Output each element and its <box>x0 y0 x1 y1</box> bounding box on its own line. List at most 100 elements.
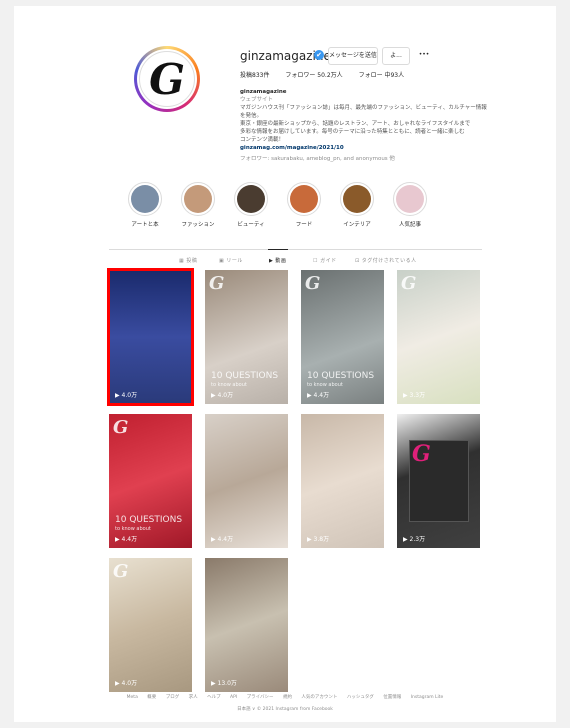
bio-line: 多彩な情報をお届けしています。毎号のテーマに沿った特集とともに、読者と一緒に楽し… <box>240 129 465 135</box>
view-count: ▶ 3.3万 <box>403 392 426 399</box>
highlight-label: 人気記事 <box>398 222 421 228</box>
highlight-thumbnail <box>131 185 159 213</box>
highlight-item[interactable]: インテリア <box>332 182 382 228</box>
ginza-watermark-icon: G <box>401 273 417 294</box>
footer-link[interactable]: 位置情報 <box>383 695 401 700</box>
view-count: ▶ 2.3万 <box>403 536 426 543</box>
magazine-cover-image: G <box>409 440 469 522</box>
tab-guides[interactable]: ☐ ガイド <box>313 257 337 264</box>
footer-link[interactable]: ブログ <box>166 695 180 700</box>
posts-count[interactable]: 投稿833件 <box>240 72 269 79</box>
highlight-ring <box>287 182 321 216</box>
followers-count[interactable]: フォロワー 50.2万人 <box>285 72 342 79</box>
footer-link[interactable]: ハッシュタグ <box>347 695 374 700</box>
video-tile[interactable]: G ▶ 2.3万 <box>397 414 480 548</box>
view-count: ▶ 13.0万 <box>211 680 237 687</box>
tab-reels[interactable]: ▣ リール <box>219 257 243 264</box>
view-count: ▶ 3.8万 <box>307 536 330 543</box>
tabs-divider <box>109 249 482 250</box>
tab-posts[interactable]: ▦ 投稿 <box>179 257 197 264</box>
video-tile[interactable]: G 10 QUESTIONS to know about ▶ 4.4万 <box>301 270 384 404</box>
bio-category: ウェブサイト <box>240 97 274 103</box>
highlight-ring <box>128 182 162 216</box>
footer-copyright: 日本語 ∨ © 2021 Instagram from Facebook <box>237 707 333 712</box>
highlight-thumbnail <box>290 185 318 213</box>
caption-title: 10 QUESTIONS <box>211 371 279 381</box>
magazine-logo: G <box>412 441 431 467</box>
profile-tabs: ▦ 投稿 ▣ リール ▶ 動画 ☐ ガイド ⊡ タグ付けされている人 <box>109 257 482 267</box>
tab-videos[interactable]: ▶ 動画 <box>269 257 286 264</box>
message-button[interactable]: メッセージを送信 <box>328 47 378 65</box>
video-caption: 10 QUESTIONS to know about <box>211 372 278 390</box>
ginza-watermark-icon: G <box>209 273 225 294</box>
tab-tagged[interactable]: ⊡ タグ付けされている人 <box>355 257 417 264</box>
highlight-label: ファッション <box>181 222 215 228</box>
video-tile[interactable]: G ▶ 4.0万 <box>109 558 192 692</box>
highlight-item[interactable]: アートと本 <box>120 182 170 228</box>
following-count[interactable]: フォロー 中93人 <box>359 72 405 79</box>
view-count: ▶ 4.4万 <box>307 392 330 399</box>
highlight-ring <box>340 182 374 216</box>
bio-link[interactable]: ginzamag.com/magazine/2021/10 <box>240 144 490 152</box>
footer-link[interactable]: Meta <box>127 695 138 700</box>
caption-subtitle: to know about <box>307 382 343 388</box>
ginza-watermark-icon: G <box>113 417 129 438</box>
profile-stats: 投稿833件 フォロワー 50.2万人 フォロー 中93人 <box>240 70 418 79</box>
highlight-thumbnail <box>396 185 424 213</box>
video-thumbnail <box>205 414 288 548</box>
verified-badge-icon: ✔ <box>314 50 324 60</box>
video-caption: 10 QUESTIONS to know about <box>115 516 182 534</box>
highlight-label: アートと本 <box>131 222 159 228</box>
highlight-ring <box>234 182 268 216</box>
video-tile[interactable]: G 10 QUESTIONS to know about ▶ 4.0万 <box>205 270 288 404</box>
caption-title: 10 QUESTIONS <box>115 515 183 525</box>
footer-link[interactable]: 規約 <box>283 695 292 700</box>
bio-line: コンテンツ満載！ <box>240 137 285 143</box>
avatar-frame: G <box>137 49 197 109</box>
ginza-logo: G <box>139 51 195 107</box>
followed-by[interactable]: フォロワー: sakurabaku, ameblog_pn, and anony… <box>240 155 490 163</box>
video-thumbnail <box>205 558 288 692</box>
story-highlights: アートと本 ファッション ビューティ フード インテリア 人気記事 <box>120 182 450 238</box>
highlight-label: インテリア <box>343 222 371 228</box>
view-count: ▶ 4.4万 <box>211 536 234 543</box>
caption-subtitle: to know about <box>115 526 151 532</box>
video-tile[interactable]: G ▶ 3.3万 <box>397 270 480 404</box>
highlight-ring <box>393 182 427 216</box>
follow-button[interactable]: よ... <box>382 47 410 65</box>
highlight-thumbnail <box>343 185 371 213</box>
highlight-item[interactable]: フード <box>279 182 329 228</box>
view-count: ▶ 4.0万 <box>115 680 138 687</box>
footer-link[interactable]: ヘルプ <box>207 695 221 700</box>
ginza-watermark-icon: G <box>305 273 321 294</box>
profile-avatar[interactable]: G <box>134 46 200 112</box>
bio-line: マガジンハウス刊「ファッション誌」は毎月、最先端のファッション、ビューティ、カル… <box>240 105 487 119</box>
highlight-label: フード <box>295 222 313 228</box>
highlight-item[interactable]: 人気記事 <box>385 182 435 228</box>
view-count: ▶ 4.0万 <box>211 392 234 399</box>
video-thumbnail <box>301 414 384 548</box>
profile-bio: ginzamagazine ウェブサイト マガジンハウス刊「ファッション誌」は毎… <box>240 88 490 163</box>
video-tile[interactable]: G 10 QUESTIONS to know about ▶ 4.4万 <box>109 414 192 548</box>
footer-link[interactable]: API <box>230 695 237 700</box>
footer-link[interactable]: 人気のアカウント <box>301 695 337 700</box>
selection-highlight <box>107 268 194 406</box>
active-tab-indicator <box>268 249 288 250</box>
footer-link[interactable]: 概要 <box>147 695 156 700</box>
ginza-watermark-icon: G <box>113 561 129 582</box>
highlight-item[interactable]: ビューティ <box>226 182 276 228</box>
more-options-button[interactable]: ••• <box>414 47 434 63</box>
footer-link[interactable]: Instagram Lite <box>411 695 444 700</box>
caption-title: 10 QUESTIONS <box>307 371 375 381</box>
footer-link[interactable]: プライバシー <box>247 695 274 700</box>
highlight-thumbnail <box>184 185 212 213</box>
video-caption: 10 QUESTIONS to know about <box>307 372 374 390</box>
video-tile[interactable]: ▶ 4.4万 <box>205 414 288 548</box>
view-count: ▶ 4.4万 <box>115 536 138 543</box>
highlight-ring <box>181 182 215 216</box>
video-tile[interactable]: ▶ 3.8万 <box>301 414 384 548</box>
video-tile[interactable]: ▶ 13.0万 <box>205 558 288 692</box>
footer-link[interactable]: 求人 <box>189 695 198 700</box>
highlight-item[interactable]: ファッション <box>173 182 223 228</box>
caption-subtitle: to know about <box>211 382 247 388</box>
